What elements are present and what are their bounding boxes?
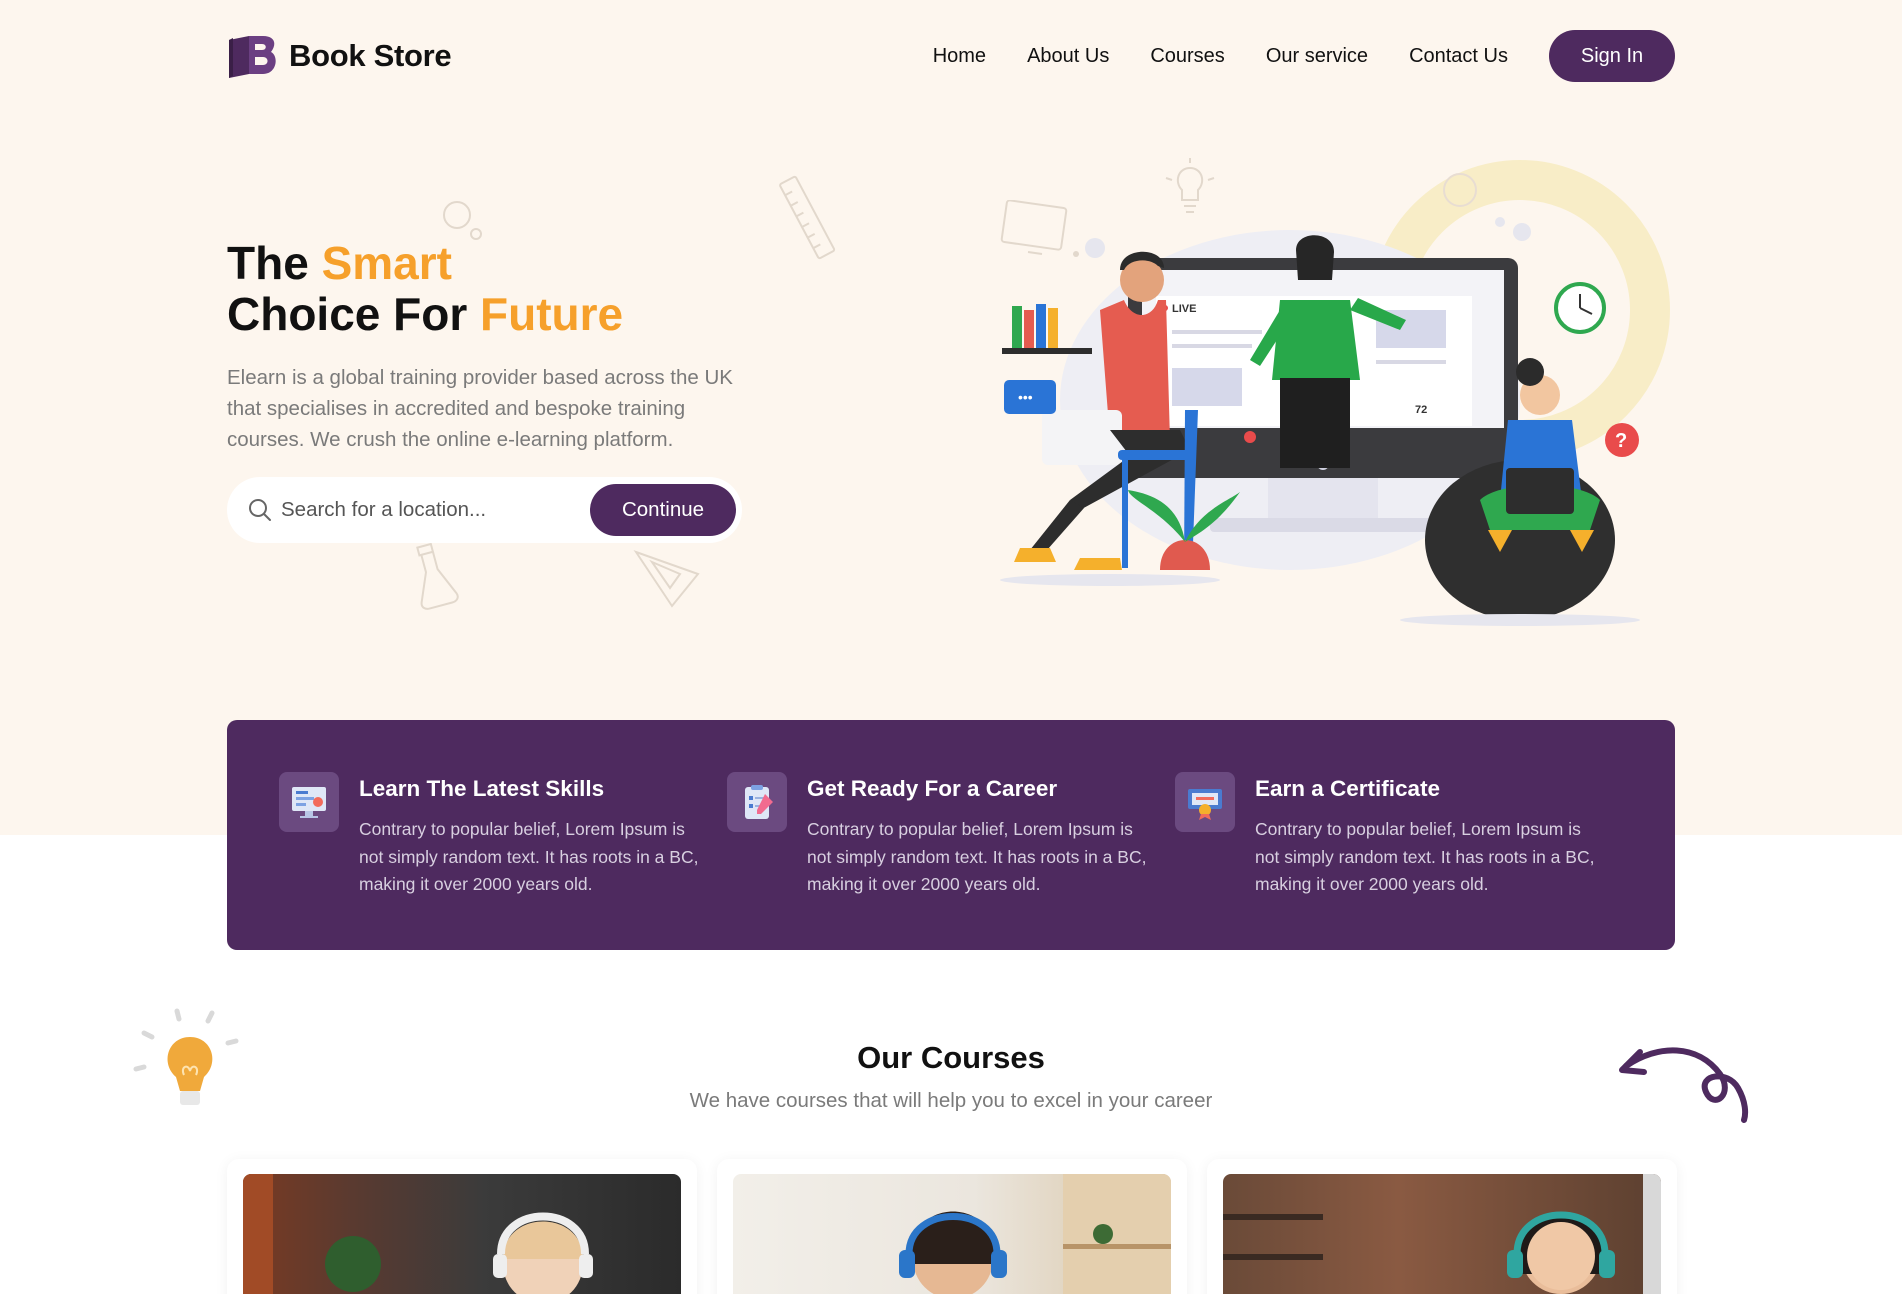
hero-title-line1: The: [227, 237, 322, 289]
top-navbar: Book Store Home About Us Courses Our ser…: [227, 30, 1675, 82]
nav-link-our-service[interactable]: Our service: [1266, 45, 1368, 68]
brand-name: Book Store: [289, 38, 452, 73]
nav-link-contact-us[interactable]: Contact Us: [1409, 45, 1508, 68]
nav-links: Home About Us Courses Our service Contac…: [933, 45, 1508, 68]
certificate-icon: [1175, 772, 1235, 832]
courses-section-title: Our Courses: [857, 1040, 1045, 1075]
nav-right: Home About Us Courses Our service Contac…: [933, 30, 1675, 82]
search-box: Continue: [227, 477, 742, 543]
course-card[interactable]: [1207, 1159, 1677, 1294]
feature-title: Get Ready For a Career: [807, 776, 1058, 801]
feature-card: Get Ready For a Career Contrary to popul…: [727, 772, 1175, 950]
screen-live-label: LIVE: [1172, 303, 1196, 315]
book-b-logo-icon: [229, 36, 276, 78]
feature-description: Contrary to popular belief, Lorem Ipsum …: [359, 819, 699, 894]
brand[interactable]: Book Store: [227, 34, 452, 78]
hero-title-accent-future: Future: [480, 288, 624, 340]
svg-text:?: ?: [1615, 430, 1627, 452]
svg-text:•••: •••: [1018, 389, 1033, 405]
hero-description: Elearn is a global training provider bas…: [227, 366, 733, 451]
feature-title: Learn The Latest Skills: [359, 776, 605, 801]
hero-title-line2: Choice For: [227, 288, 481, 340]
features-band: Learn The Latest Skills Contrary to popu…: [227, 720, 1675, 950]
feature-card: Learn The Latest Skills Contrary to popu…: [279, 772, 727, 950]
search-icon: [249, 499, 271, 521]
ruler-doodle-icon: [779, 175, 836, 260]
course-image-girl-headphones: [243, 1174, 681, 1294]
nav-link-courses[interactable]: Courses: [1150, 45, 1224, 68]
courses-section-subtitle: We have courses that will help you to ex…: [689, 1089, 1213, 1112]
feature-description: Contrary to popular belief, Lorem Ipsum …: [1255, 819, 1595, 894]
nav-link-about-us[interactable]: About Us: [1027, 45, 1109, 68]
feature-card: Earn a Certificate Contrary to popular b…: [1175, 772, 1623, 950]
flask-doodle-icon: [416, 542, 459, 610]
nav-link-home[interactable]: Home: [933, 45, 986, 68]
course-card[interactable]: [227, 1159, 697, 1294]
sign-in-button[interactable]: Sign In: [1549, 30, 1675, 82]
hero-elearning-illustration: LIVE 72 ••• ?: [1000, 160, 1670, 626]
hero-title-accent-smart: Smart: [321, 237, 452, 289]
continue-button[interactable]: Continue: [590, 484, 736, 536]
monitor-presentation-icon: [279, 772, 339, 832]
search-input[interactable]: [281, 498, 590, 522]
course-card[interactable]: [717, 1159, 1187, 1294]
feature-title: Earn a Certificate: [1255, 776, 1441, 801]
checklist-pencil-icon: [727, 772, 787, 832]
hero-title: The Smart Choice For Future: [227, 238, 787, 340]
screen-viewers-count: 72: [1415, 404, 1427, 416]
feature-description: Contrary to popular belief, Lorem Ipsum …: [807, 819, 1147, 894]
course-image-woman-smiling: [1223, 1174, 1661, 1294]
clock-icon: [1554, 282, 1606, 334]
triangle-ruler-doodle-icon: [633, 550, 700, 608]
course-image-woman-laughing: [733, 1174, 1171, 1294]
